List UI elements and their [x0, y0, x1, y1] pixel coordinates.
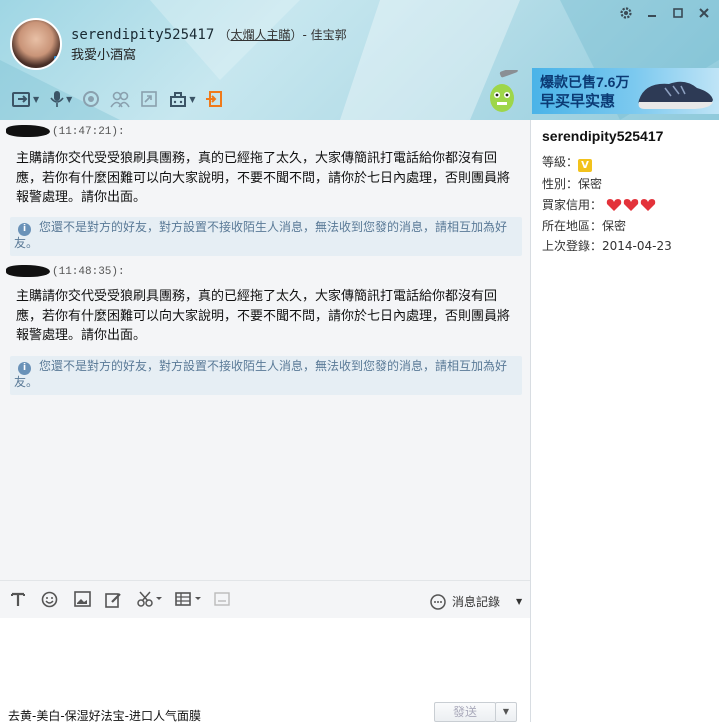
settings-icon[interactable]: [619, 6, 633, 20]
maximize-icon[interactable]: [671, 6, 685, 20]
chat-header: serendipity525417 （太爛人主瞞）- 佳宝郭 我愛小酒窩 ▼ ▼: [0, 0, 719, 120]
contact-signature: 我愛小酒窩: [71, 48, 137, 63]
message-history-button[interactable]: 消息記錄 ▼: [430, 593, 522, 610]
send-file-icon: [12, 92, 30, 107]
close-icon[interactable]: [697, 6, 711, 20]
message-text: 主購請你交代受受狼刷具團務，真的已經拖了太久，大家傳簡訊打電話給你都沒有回應，若…: [16, 289, 511, 343]
send-button[interactable]: 發送: [434, 702, 496, 722]
profile-name: serendipity525417: [542, 128, 664, 144]
profile-last-login: 上次登錄：2014-04-23: [542, 239, 672, 253]
chevron-down-icon[interactable]: ▼: [516, 597, 522, 606]
ad-banner[interactable]: 爆款已售7.6万 早买早实惠: [532, 68, 719, 114]
redacted-sender: [6, 125, 50, 137]
send-file-button[interactable]: ▼: [12, 90, 39, 108]
contact-shop: 佳宝郭: [310, 28, 347, 42]
screenshot-button[interactable]: [140, 90, 158, 108]
header-ad[interactable]: 爆款已售7.6万 早买早实惠: [486, 66, 719, 116]
notice-text: 您還不是對方的好友，對方設置不接收陌生人消息，無法收到您發的消息，請相互加為好友…: [14, 359, 508, 389]
table-icon[interactable]: [175, 591, 205, 610]
image-icon[interactable]: [74, 591, 91, 610]
minimize-icon[interactable]: [645, 6, 659, 20]
info-icon: i: [18, 223, 31, 236]
ad-line2: 早买早实惠: [540, 93, 616, 110]
ad-line1: 爆款已售7.6万: [540, 74, 630, 90]
keyboard-icon[interactable]: [214, 591, 230, 610]
footer-bar: 去黄-美白-保湿好法宝-进口人气面膜 發送 ▼: [0, 698, 530, 722]
shoe-image: [638, 81, 713, 109]
message-text: 主購請你交代受受狼刷具團務，真的已經拖了太久，大家傳簡訊打電話給你都沒有回應，若…: [16, 151, 511, 205]
profile-credit: 買家信用：: [542, 196, 656, 213]
profile-gender: 性別：保密: [542, 177, 603, 191]
emoji-icon[interactable]: [41, 591, 58, 611]
message-time: (11:48:35):: [52, 265, 125, 278]
voice-icon: [50, 91, 64, 107]
chat-message-area[interactable]: (11:47:21): 主購請你交代受受狼刷具團務，真的已經拖了太久，大家傳簡訊…: [0, 120, 530, 580]
remote-assist-button[interactable]: ▼: [168, 90, 195, 108]
video-icon: [83, 91, 100, 107]
exit-chat-button[interactable]: [205, 90, 223, 108]
send-options-button[interactable]: ▼: [495, 702, 517, 722]
contact-profile-panel: serendipity525417 等級： V 性別：保密 買家信用： 所在地區：…: [531, 120, 719, 722]
vip-level-icon: V: [578, 159, 593, 172]
exit-chat-icon: [206, 91, 223, 107]
contact-name[interactable]: serendipity525417: [71, 27, 214, 43]
redacted-sender: [6, 265, 50, 277]
footer-ad-link[interactable]: 去黄-美白-保湿好法宝-进口人气面膜: [8, 707, 201, 722]
input-toolbar: 消息記錄 ▼: [0, 580, 530, 618]
info-icon: i: [18, 362, 31, 375]
system-notice: i 您還不是對方的好友，對方設置不接收陌生人消息，無法收到您發的消息，請相互加為好…: [10, 217, 522, 256]
profile-region: 所在地區：保密: [542, 219, 627, 233]
edit-icon[interactable]: [105, 591, 122, 611]
voice-button[interactable]: ▼: [49, 90, 72, 108]
contact-avatar[interactable]: [10, 18, 62, 70]
group-button[interactable]: [110, 90, 131, 108]
level-label: 等級：: [542, 155, 579, 169]
font-icon[interactable]: [10, 591, 26, 610]
group-icon: [110, 91, 131, 108]
notice-text: 您還不是對方的好友，對方設置不接收陌生人消息，無法收到您發的消息，請相互加為好友…: [14, 220, 508, 250]
chat-toolbar: ▼ ▼ ▼: [12, 90, 223, 108]
message-time: (11:47:21):: [52, 125, 125, 138]
remote-assist-icon: [170, 92, 187, 107]
mascot-icon: [490, 70, 518, 112]
screenshot-icon: [141, 91, 158, 107]
history-label: 消息記錄: [452, 595, 501, 609]
contact-tag[interactable]: 太爛人主瞞: [230, 28, 290, 42]
window-controls: [619, 6, 711, 20]
chat-bubble-icon: [430, 593, 446, 610]
profile-level: 等級： V: [542, 153, 593, 172]
credit-label: 買家信用：: [542, 198, 603, 212]
contact-title: serendipity525417 （太爛人主瞞）- 佳宝郭: [71, 27, 347, 43]
video-button[interactable]: [82, 90, 100, 108]
scissors-icon[interactable]: [137, 591, 163, 610]
credit-hearts-icon: [606, 198, 656, 212]
message-input[interactable]: [0, 618, 530, 698]
message-header: (11:47:21):: [6, 125, 125, 138]
system-notice: i 您還不是對方的好友，對方設置不接收陌生人消息，無法收到您發的消息，請相互加為好…: [10, 356, 522, 395]
message-header: (11:48:35):: [6, 265, 125, 278]
